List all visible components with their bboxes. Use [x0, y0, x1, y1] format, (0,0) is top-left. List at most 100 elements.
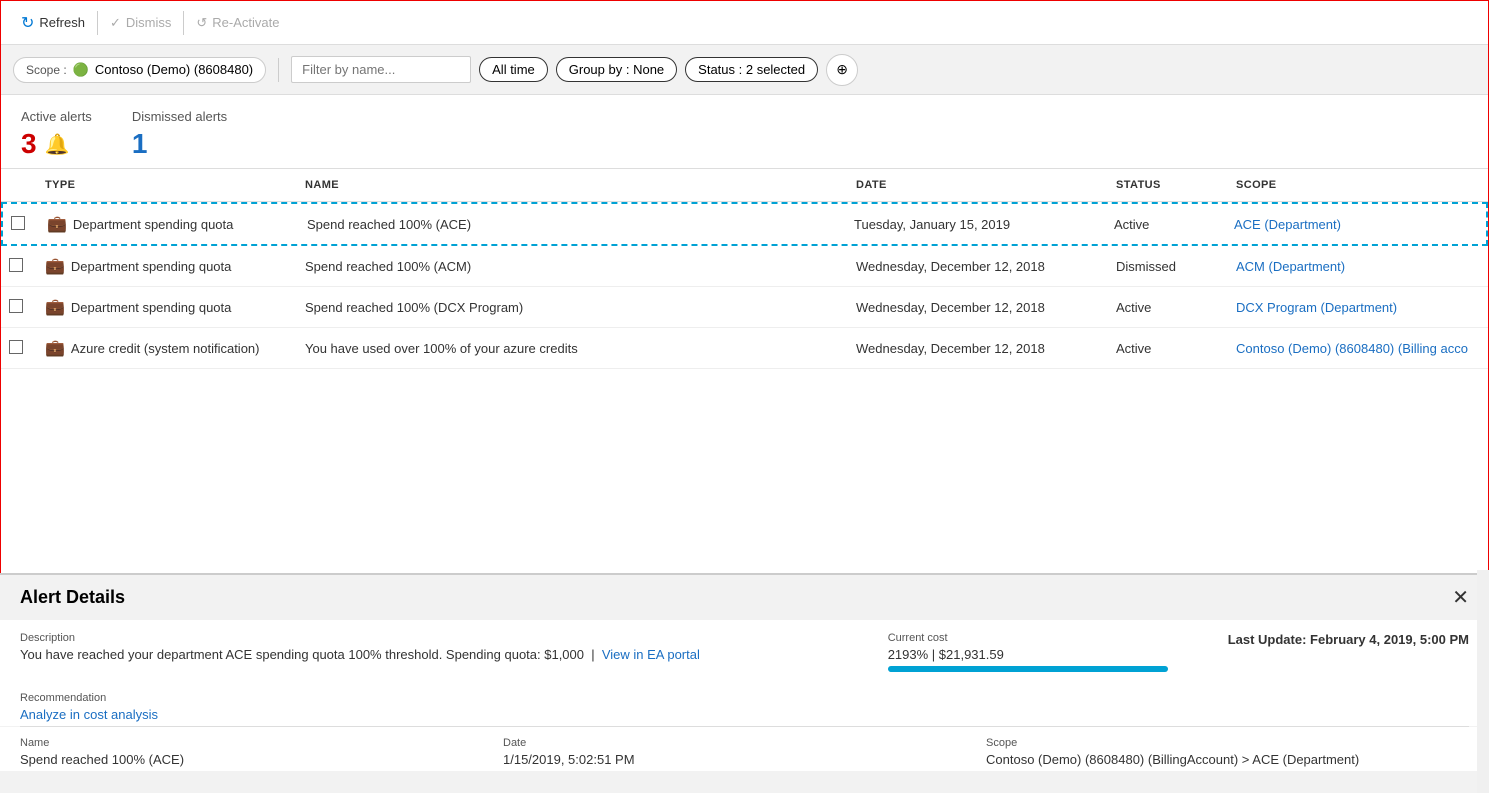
- filter-bar: Scope : 🟢 Contoso (Demo) (8608480) All t…: [1, 45, 1488, 95]
- status-button[interactable]: Status : 2 selected: [685, 57, 818, 82]
- wallet-icon: 💼: [45, 338, 65, 358]
- name-value: Spend reached 100% (ACE): [20, 752, 503, 767]
- col-header-type: TYPE: [37, 175, 297, 195]
- close-button[interactable]: ✕: [1452, 585, 1469, 610]
- alltime-button[interactable]: All time: [479, 57, 548, 82]
- dismissed-alerts-label: Dismissed alerts: [132, 109, 227, 124]
- cost-bar-fill: [888, 666, 1168, 672]
- table-row[interactable]: 💼 Azure credit (system notification) You…: [1, 328, 1488, 369]
- refresh-icon: ↻: [21, 13, 34, 33]
- filter-add-button[interactable]: ⊕: [826, 54, 858, 86]
- wallet-icon: 💼: [45, 256, 65, 276]
- row4-name: You have used over 100% of your azure cr…: [297, 333, 848, 364]
- dismissed-alerts-stat: Dismissed alerts 1: [132, 109, 227, 160]
- row2-checkbox[interactable]: [1, 250, 37, 283]
- analyze-cost-link[interactable]: Analyze in cost analysis: [20, 707, 158, 722]
- col-header-scope: SCOPE: [1228, 175, 1488, 195]
- name-label: Name: [20, 737, 503, 749]
- scope-icon: 🟢: [73, 62, 89, 78]
- scope-value: Contoso (Demo) (8608480) (BillingAccount…: [986, 752, 1469, 767]
- row3-date: Wednesday, December 12, 2018: [848, 292, 1108, 323]
- row2-date: Wednesday, December 12, 2018: [848, 251, 1108, 282]
- last-update-text: Last Update: February 4, 2019, 5:00 PM: [1228, 632, 1469, 647]
- alert-details-title: Alert Details: [20, 587, 125, 608]
- wallet-icon: 💼: [47, 214, 67, 234]
- scope-label: Scope :: [26, 63, 67, 77]
- row3-status: Active: [1108, 292, 1228, 323]
- recommendation-label: Recommendation: [20, 692, 1469, 704]
- col-header-status: STATUS: [1108, 175, 1228, 195]
- view-ea-portal-link[interactable]: View in EA portal: [602, 647, 700, 662]
- toolbar-divider: [97, 11, 98, 35]
- description-text: You have reached your department ACE spe…: [20, 647, 848, 662]
- filter-add-icon: ⊕: [836, 61, 848, 78]
- recommendation-section: Recommendation Analyze in cost analysis: [0, 684, 1489, 726]
- dismiss-button[interactable]: ✓ Dismiss: [102, 11, 179, 35]
- bottom-date-section: Date 1/15/2019, 5:02:51 PM: [503, 737, 986, 767]
- wallet-icon: 💼: [45, 297, 65, 317]
- row1-checkbox[interactable]: [3, 208, 39, 241]
- row1-type: 💼 Department spending quota: [39, 206, 299, 242]
- col-header-name: NAME: [297, 175, 848, 195]
- alert-details-panel: Alert Details ✕ Description You have rea…: [0, 573, 1489, 793]
- scope-value: Contoso (Demo) (8608480): [95, 62, 253, 77]
- active-alerts-label: Active alerts: [21, 109, 92, 124]
- status-label: Status : 2 selected: [698, 62, 805, 77]
- reactivate-icon: ↺: [196, 15, 207, 31]
- filter-input[interactable]: [291, 56, 471, 83]
- bottom-name-section: Name Spend reached 100% (ACE): [20, 737, 503, 767]
- groupby-button[interactable]: Group by : None: [556, 57, 677, 82]
- row3-checkbox[interactable]: [1, 291, 37, 324]
- col-header-check: [1, 175, 37, 195]
- alert-details-bottom: Name Spend reached 100% (ACE) Date 1/15/…: [0, 727, 1489, 771]
- table: TYPE NAME DATE STATUS SCOPE 💼 Department…: [1, 168, 1488, 369]
- row3-name: Spend reached 100% (DCX Program): [297, 292, 848, 323]
- row4-checkbox[interactable]: [1, 332, 37, 365]
- row1-name: Spend reached 100% (ACE): [299, 209, 846, 240]
- current-cost-label: Current cost: [888, 632, 1188, 644]
- dismissed-alerts-count: 1: [132, 128, 148, 160]
- row4-date: Wednesday, December 12, 2018: [848, 333, 1108, 364]
- row4-status: Active: [1108, 333, 1228, 364]
- description-label: Description: [20, 632, 848, 644]
- stats-area: Active alerts 3 🔔 Dismissed alerts 1: [1, 95, 1488, 168]
- row3-scope[interactable]: DCX Program (Department): [1228, 292, 1488, 323]
- table-header: TYPE NAME DATE STATUS SCOPE: [1, 168, 1488, 202]
- table-row[interactable]: 💼 Department spending quota Spend reache…: [1, 246, 1488, 287]
- reactivate-button[interactable]: ↺ Re-Activate: [188, 11, 287, 35]
- col-header-date: DATE: [848, 175, 1108, 195]
- row1-scope[interactable]: ACE (Department): [1226, 209, 1486, 240]
- current-cost-section: Current cost 2193% | $21,931.59: [888, 632, 1188, 672]
- row4-type: 💼 Azure credit (system notification): [37, 330, 297, 366]
- groupby-label: Group by : None: [569, 62, 664, 77]
- cost-bar-background: [888, 666, 1168, 672]
- active-alerts-stat: Active alerts 3 🔔: [21, 109, 92, 160]
- alltime-label: All time: [492, 62, 535, 77]
- scope-label: Scope: [986, 737, 1469, 749]
- date-label: Date: [503, 737, 986, 749]
- bottom-scope-section: Scope Contoso (Demo) (8608480) (BillingA…: [986, 737, 1469, 767]
- toolbar-divider2: [183, 11, 184, 35]
- date-value: 1/15/2019, 5:02:51 PM: [503, 752, 986, 767]
- refresh-button[interactable]: ↻ Refresh: [13, 9, 93, 37]
- row2-name: Spend reached 100% (ACM): [297, 251, 848, 282]
- dismiss-icon: ✓: [110, 15, 121, 31]
- table-row[interactable]: 💼 Department spending quota Spend reache…: [1, 287, 1488, 328]
- row4-scope[interactable]: Contoso (Demo) (8608480) (Billing acco: [1228, 333, 1488, 364]
- current-cost-value: 2193% | $21,931.59: [888, 647, 1188, 662]
- scope-button[interactable]: Scope : 🟢 Contoso (Demo) (8608480): [13, 57, 266, 83]
- table-row[interactable]: 💼 Department spending quota Spend reache…: [1, 202, 1488, 246]
- row1-status: Active: [1106, 209, 1226, 240]
- active-alerts-count: 3: [21, 128, 37, 160]
- last-update-section: Last Update: February 4, 2019, 5:00 PM: [1228, 632, 1469, 672]
- bell-icon: 🔔: [45, 132, 70, 157]
- scrollbar[interactable]: [1477, 570, 1489, 793]
- row3-type: 💼 Department spending quota: [37, 289, 297, 325]
- row2-scope[interactable]: ACM (Department): [1228, 251, 1488, 282]
- scope-divider: [278, 58, 279, 82]
- toolbar: ↻ Refresh ✓ Dismiss ↺ Re-Activate: [1, 1, 1488, 45]
- row2-type: 💼 Department spending quota: [37, 248, 297, 284]
- row1-date: Tuesday, January 15, 2019: [846, 209, 1106, 240]
- alert-details-body: Description You have reached your depart…: [0, 620, 1489, 684]
- alert-details-header: Alert Details ✕: [0, 575, 1489, 620]
